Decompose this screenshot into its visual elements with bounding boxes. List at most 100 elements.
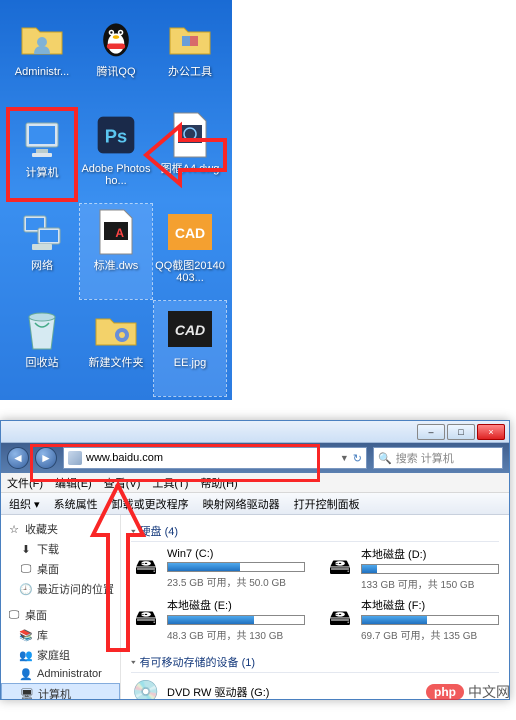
hdd-icon: 🖴 bbox=[325, 554, 355, 584]
content-pane: 硬盘 (4) 🖴 Win7 (C:) 23.5 GB 可用，共 50.0 GB … bbox=[121, 515, 509, 699]
body-area: ☆收藏夹 ⬇下载 🖵桌面 🕘最近访问的位置 🖵桌面 📚库 👥家庭组 👤Admin… bbox=[1, 515, 509, 699]
dwg-file-icon bbox=[166, 111, 214, 159]
desktop-icon-office-tools[interactable]: 办公工具 bbox=[154, 10, 226, 105]
desktop-icon: 🖵 bbox=[19, 562, 33, 576]
toolbar-uninstall[interactable]: 卸载或更改程序 bbox=[112, 496, 189, 512]
desktop-icon: 🖵 bbox=[7, 608, 21, 622]
maximize-button[interactable]: □ bbox=[447, 424, 475, 440]
drive-usage-bar bbox=[167, 562, 305, 572]
drive-usage-bar bbox=[361, 564, 499, 574]
toolbar-sysprops[interactable]: 系统属性 bbox=[54, 496, 98, 512]
icon-label: 图框A4.dwg bbox=[161, 163, 220, 175]
explorer-window-wrap: – □ × ◄ ► ▼ ↻ 🔍 搜索 计算机 文件(F) 编辑(E) 查看(V)… bbox=[0, 420, 516, 700]
sidebar-item-downloads[interactable]: ⬇下载 bbox=[1, 539, 120, 559]
drive-e[interactable]: 🖴 本地磁盘 (E:) 48.3 GB 可用，共 130 GB bbox=[131, 597, 305, 642]
group-hard-disks[interactable]: 硬盘 (4) bbox=[131, 521, 499, 542]
toolbar-mapdrive[interactable]: 映射网络驱动器 bbox=[203, 496, 280, 512]
desktop-icon-ee-jpg[interactable]: CAD EE.jpg bbox=[154, 301, 226, 396]
svg-text:A: A bbox=[115, 226, 124, 240]
desktop-icon-a4-dwg[interactable]: 图框A4.dwg bbox=[154, 107, 226, 202]
titlebar[interactable]: – □ × bbox=[1, 421, 509, 443]
nav-back-button[interactable]: ◄ bbox=[7, 447, 29, 469]
hdd-icon: 🖴 bbox=[131, 554, 161, 584]
star-icon: ☆ bbox=[7, 522, 21, 536]
navbar: ◄ ► ▼ ↻ 🔍 搜索 计算机 bbox=[1, 443, 509, 473]
desktop-icon-qq-screenshot[interactable]: CAD QQ截图20140403... bbox=[154, 204, 226, 299]
desktop-icon-network[interactable]: 网络 bbox=[6, 204, 78, 299]
desktop-icon-photoshop[interactable]: Ps Adobe Photosho... bbox=[80, 107, 152, 202]
toolbar: 组织 ▾ 系统属性 卸载或更改程序 映射网络驱动器 打开控制面板 bbox=[1, 493, 509, 515]
sidebar-item-desktop[interactable]: 🖵桌面 bbox=[1, 559, 120, 579]
sidebar-item-libraries[interactable]: 📚库 bbox=[1, 625, 120, 645]
menu-view[interactable]: 查看(V) bbox=[104, 475, 141, 491]
menu-tools[interactable]: 工具(T) bbox=[152, 475, 188, 491]
sidebar-item-admin[interactable]: 👤Administrator bbox=[1, 665, 120, 683]
address-input[interactable] bbox=[86, 452, 336, 464]
user-icon: 👤 bbox=[19, 667, 33, 681]
drive-name: 本地磁盘 (F:) bbox=[361, 597, 499, 613]
icon-label: 标准.dws bbox=[94, 260, 139, 272]
drive-c[interactable]: 🖴 Win7 (C:) 23.5 GB 可用，共 50.0 GB bbox=[131, 546, 305, 591]
sidebar-item-computer[interactable]: 🖥计算机 bbox=[1, 683, 120, 699]
sidebar-item-homegroup[interactable]: 👥家庭组 bbox=[1, 645, 120, 665]
toolbar-organize[interactable]: 组织 ▾ bbox=[9, 496, 40, 512]
drive-f[interactable]: 🖴 本地磁盘 (F:) 69.7 GB 可用，共 135 GB bbox=[325, 597, 499, 642]
computer-small-icon bbox=[68, 451, 82, 465]
icon-label: 办公工具 bbox=[168, 66, 212, 78]
drive-detail: 133 GB 可用，共 150 GB bbox=[361, 576, 499, 591]
drive-dvd[interactable]: 💿 DVD RW 驱动器 (G:) bbox=[131, 677, 305, 699]
desktop-icon-recycle-bin[interactable]: 回收站 bbox=[6, 301, 78, 396]
sidebar-desktop-head[interactable]: 🖵桌面 bbox=[1, 605, 120, 625]
icon-label: EE.jpg bbox=[174, 357, 206, 369]
icon-label: 网络 bbox=[31, 260, 53, 272]
minimize-button[interactable]: – bbox=[417, 424, 445, 440]
drive-name: 本地磁盘 (E:) bbox=[167, 597, 305, 613]
menu-edit[interactable]: 编辑(E) bbox=[55, 475, 92, 491]
refresh-icon[interactable]: ↻ bbox=[353, 452, 362, 465]
desktop-icon-standard-dws[interactable]: A 标准.dws bbox=[80, 204, 152, 299]
desktop-icon-computer[interactable]: 计算机 bbox=[6, 107, 78, 202]
search-box[interactable]: 🔍 搜索 计算机 bbox=[373, 447, 503, 469]
drive-usage-bar bbox=[361, 615, 499, 625]
drive-name: Win7 (C:) bbox=[167, 548, 305, 560]
toolbar-controlpanel[interactable]: 打开控制面板 bbox=[294, 496, 360, 512]
desktop: Administr... 腾讯QQ 办公工具 计算机 Ps Adobe Phot… bbox=[0, 0, 232, 400]
qq-penguin-icon bbox=[92, 14, 140, 62]
address-bar[interactable]: ▼ ↻ bbox=[63, 447, 367, 469]
cad-dark-icon: CAD bbox=[166, 305, 214, 353]
sidebar: ☆收藏夹 ⬇下载 🖵桌面 🕘最近访问的位置 🖵桌面 📚库 👥家庭组 👤Admin… bbox=[1, 515, 121, 699]
hdd-icon: 🖴 bbox=[131, 605, 161, 635]
icon-label: Administr... bbox=[15, 66, 69, 78]
group-removable[interactable]: 有可移动存储的设备 (1) bbox=[131, 652, 499, 673]
dropdown-icon[interactable]: ▼ bbox=[340, 453, 349, 463]
icon-label: 腾讯QQ bbox=[96, 66, 135, 78]
download-icon: ⬇ bbox=[19, 542, 33, 556]
sidebar-item-recent[interactable]: 🕘最近访问的位置 bbox=[1, 579, 120, 599]
icon-label: 回收站 bbox=[26, 357, 59, 369]
svg-text:CAD: CAD bbox=[175, 322, 205, 338]
explorer-window: – □ × ◄ ► ▼ ↻ 🔍 搜索 计算机 文件(F) 编辑(E) 查看(V)… bbox=[0, 420, 510, 700]
watermark-pill: php bbox=[426, 684, 464, 700]
menu-help[interactable]: 帮助(H) bbox=[200, 475, 237, 491]
icon-label: 新建文件夹 bbox=[89, 357, 144, 369]
nav-forward-button[interactable]: ► bbox=[35, 447, 57, 469]
desktop-icon-new-folder[interactable]: 新建文件夹 bbox=[80, 301, 152, 396]
hdd-icon: 🖴 bbox=[325, 605, 355, 635]
folder-user-icon bbox=[18, 14, 66, 62]
recent-icon: 🕘 bbox=[19, 582, 33, 596]
desktop-icon-qq[interactable]: 腾讯QQ bbox=[80, 10, 152, 105]
folder-icon bbox=[166, 14, 214, 62]
photoshop-icon: Ps bbox=[92, 111, 140, 159]
network-icon bbox=[18, 208, 66, 256]
desktop-icon-admin-folder[interactable]: Administr... bbox=[6, 10, 78, 105]
recycle-bin-icon bbox=[18, 305, 66, 353]
watermark-text: 中文网 bbox=[468, 682, 510, 702]
drive-d[interactable]: 🖴 本地磁盘 (D:) 133 GB 可用，共 150 GB bbox=[325, 546, 499, 591]
close-button[interactable]: × bbox=[477, 424, 505, 440]
homegroup-icon: 👥 bbox=[19, 648, 33, 662]
drive-detail: 23.5 GB 可用，共 50.0 GB bbox=[167, 574, 305, 589]
svg-text:Ps: Ps bbox=[105, 125, 127, 146]
sidebar-favorites-head[interactable]: ☆收藏夹 bbox=[1, 519, 120, 539]
menu-file[interactable]: 文件(F) bbox=[7, 475, 43, 491]
dvd-icon: 💿 bbox=[131, 677, 161, 699]
